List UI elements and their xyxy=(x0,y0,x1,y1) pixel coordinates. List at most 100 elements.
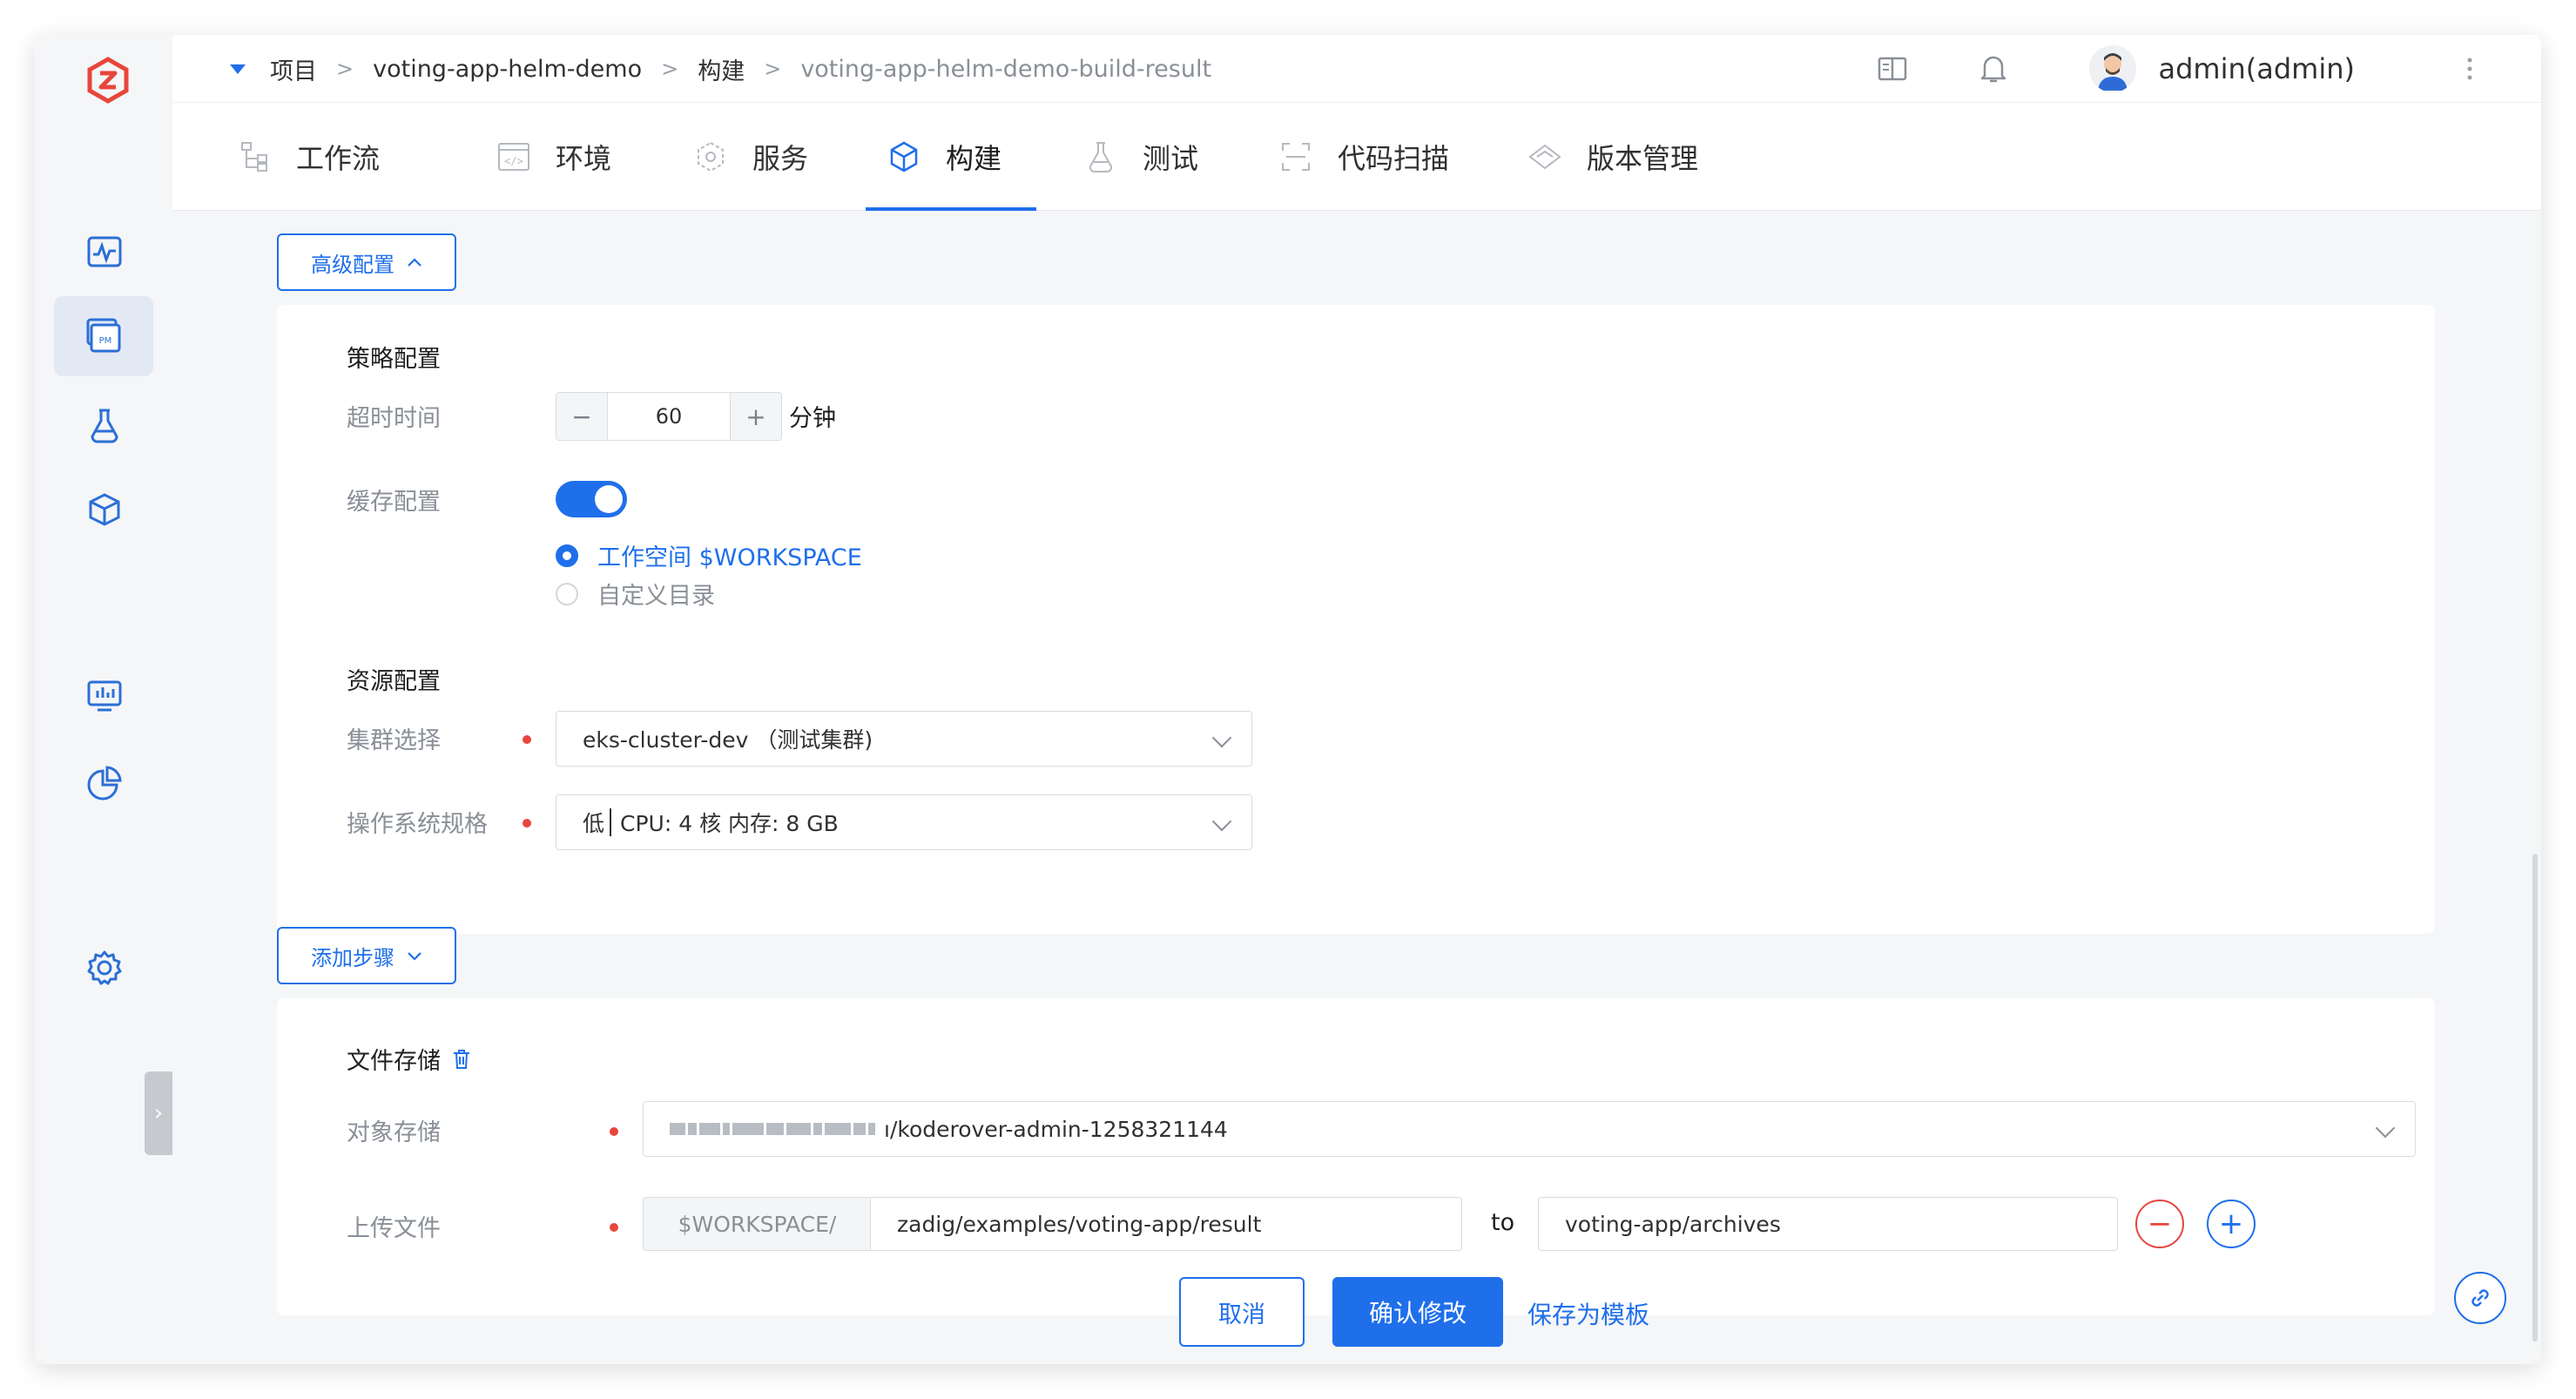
version-icon xyxy=(1526,138,1564,176)
cluster-value: eks-cluster-dev （测试集群) xyxy=(583,727,873,753)
sidebar-test-flask-icon[interactable] xyxy=(79,401,130,451)
upload-source-input[interactable]: zadig/examples/voting-app/result xyxy=(870,1197,1462,1251)
breadcrumb-item-projects[interactable]: 项目 xyxy=(270,52,317,86)
app-window: PM › 项目 > voting-app-helm-demo > 构建 > vo… xyxy=(35,35,2541,1364)
sidebar-monitor-icon[interactable] xyxy=(79,226,130,277)
text-cursor xyxy=(610,808,612,836)
tab-label: 版本管理 xyxy=(1587,142,1699,175)
required-dot xyxy=(523,735,531,744)
add-step-label: 添加步骤 xyxy=(311,945,394,970)
breadcrumb: 项目 > voting-app-helm-demo > 构建 > voting-… xyxy=(230,51,1211,87)
sidebar: PM › xyxy=(35,35,172,1364)
file-storage-title-text: 文件存储 xyxy=(347,1048,441,1075)
cache-option-label: 自定义目录 xyxy=(597,583,715,610)
os-spec-label: 操作系统规格 xyxy=(347,811,488,838)
file-storage-title: 文件存储 xyxy=(347,1042,472,1076)
cache-label: 缓存配置 xyxy=(347,489,441,516)
required-dot xyxy=(610,1223,618,1232)
user-avatar[interactable] xyxy=(2088,45,2136,92)
timeout-stepper[interactable]: − 60 + xyxy=(556,392,782,441)
cluster-select[interactable]: eks-cluster-dev （测试集群) xyxy=(556,711,1252,767)
top-right-actions: admin(admin) xyxy=(1873,45,2490,92)
build-icon xyxy=(885,138,923,176)
timeout-increase-button[interactable]: + xyxy=(731,393,781,440)
sidebar-settings-gear-icon[interactable] xyxy=(79,943,130,993)
page-scrollbar[interactable] xyxy=(2532,854,2538,1342)
cache-toggle[interactable] xyxy=(556,481,627,517)
cache-option-label: 工作空间 $WORKSPACE xyxy=(597,544,862,571)
floating-link-icon[interactable] xyxy=(2454,1272,2506,1324)
cancel-button[interactable]: 取消 xyxy=(1179,1277,1305,1347)
tab-test[interactable]: 测试 xyxy=(1082,103,1198,211)
breadcrumb-separator: > xyxy=(336,57,354,81)
zadig-logo-icon[interactable] xyxy=(84,56,132,105)
cache-option-custom-dir[interactable]: 自定义目录 xyxy=(556,577,715,611)
breadcrumb-item-current: voting-app-helm-demo-build-result xyxy=(800,55,1212,83)
required-dot xyxy=(523,819,531,828)
svg-text:</>: </> xyxy=(504,155,523,167)
save-as-template-link[interactable]: 保存为模板 xyxy=(1527,1296,1649,1331)
tab-label: 工作流 xyxy=(296,142,381,175)
object-storage-value: ı/koderover-admin-1258321144 xyxy=(884,1116,1228,1142)
radio-unchecked xyxy=(556,582,578,605)
timeout-decrease-button[interactable]: − xyxy=(556,393,607,440)
timeout-label: 超时时间 xyxy=(347,405,441,432)
advanced-config-toggle[interactable]: 高级配置 xyxy=(277,233,456,291)
breadcrumb-separator: > xyxy=(764,57,782,81)
sidebar-artifact-icon[interactable] xyxy=(79,486,130,537)
notification-bell-icon[interactable] xyxy=(1974,50,2013,88)
delete-trash-icon[interactable] xyxy=(451,1048,472,1071)
redacted-storage-name xyxy=(670,1123,875,1135)
advanced-config-label: 高级配置 xyxy=(311,252,394,277)
test-flask-icon xyxy=(1082,138,1120,176)
add-step-button[interactable]: 添加步骤 xyxy=(277,927,456,984)
service-icon xyxy=(691,138,730,176)
tab-version-management[interactable]: 版本管理 xyxy=(1526,103,1698,211)
strategy-title: 策略配置 xyxy=(347,346,441,373)
sidebar-project-icon[interactable]: PM xyxy=(54,296,153,376)
breadcrumb-separator: > xyxy=(661,57,679,81)
remove-path-button[interactable]: − xyxy=(2135,1200,2184,1248)
advanced-config-card: 策略配置 超时时间 − 60 + 分钟 缓存配置 工作空间 $WORKSPACE… xyxy=(277,305,2435,934)
sidebar-dashboard-icon[interactable] xyxy=(79,671,130,721)
module-tabs: 工作流 </> 环境 服务 构建 测试 代码扫描 版本管理 xyxy=(172,103,2541,211)
cache-option-workspace[interactable]: 工作空间 $WORKSPACE xyxy=(556,538,862,572)
object-storage-label: 对象存储 xyxy=(347,1119,441,1146)
top-bar: 项目 > voting-app-helm-demo > 构建 > voting-… xyxy=(172,35,2541,103)
tab-label: 构建 xyxy=(946,142,1002,175)
to-label: to xyxy=(1491,1209,1515,1236)
project-switch-caret-icon[interactable] xyxy=(230,64,246,74)
svg-text:PM: PM xyxy=(99,336,112,346)
sidebar-expand-handle[interactable]: › xyxy=(145,1071,172,1155)
tab-build[interactable]: 构建 xyxy=(885,103,1001,211)
docs-book-icon[interactable] xyxy=(1873,50,1912,88)
sidebar-statistics-pie-icon[interactable] xyxy=(79,758,130,808)
tab-environment[interactable]: </> 环境 xyxy=(495,103,611,211)
tab-service[interactable]: 服务 xyxy=(691,103,808,211)
breadcrumb-item-build[interactable]: 构建 xyxy=(698,52,745,86)
object-storage-select[interactable]: ı/koderover-admin-1258321144 xyxy=(643,1101,2416,1157)
tab-workflow[interactable]: 工作流 xyxy=(235,103,380,211)
code-scan-icon xyxy=(1277,138,1315,176)
add-path-button[interactable]: + xyxy=(2207,1200,2256,1248)
more-menu-icon[interactable] xyxy=(2451,50,2489,88)
chevron-down-icon xyxy=(1211,727,1232,748)
workflow-icon xyxy=(235,138,273,176)
timeout-value[interactable]: 60 xyxy=(607,393,731,440)
chevron-down-icon xyxy=(1211,811,1232,832)
upload-source-value: zadig/examples/voting-app/result xyxy=(897,1211,1262,1237)
tab-code-scan[interactable]: 代码扫描 xyxy=(1277,103,1449,211)
confirm-edit-button[interactable]: 确认修改 xyxy=(1332,1277,1503,1347)
upload-destination-input[interactable]: voting-app/archives xyxy=(1538,1197,2118,1251)
main-area: 项目 > voting-app-helm-demo > 构建 > voting-… xyxy=(172,35,2541,1364)
required-dot xyxy=(610,1127,618,1136)
tab-label: 代码扫描 xyxy=(1338,142,1450,175)
file-storage-card: 文件存储 对象存储 ı/koderover-admin-1258321144 上… xyxy=(277,998,2435,1315)
tab-label: 服务 xyxy=(752,142,809,175)
timeout-unit: 分钟 xyxy=(789,405,836,432)
user-name[interactable]: admin(admin) xyxy=(2159,52,2356,85)
breadcrumb-item-project[interactable]: voting-app-helm-demo xyxy=(373,56,642,83)
os-spec-select[interactable]: 低 CPU: 4 核 内存: 8 GB xyxy=(556,794,1252,850)
cluster-label: 集群选择 xyxy=(347,727,441,754)
chevron-down-icon xyxy=(408,952,421,961)
